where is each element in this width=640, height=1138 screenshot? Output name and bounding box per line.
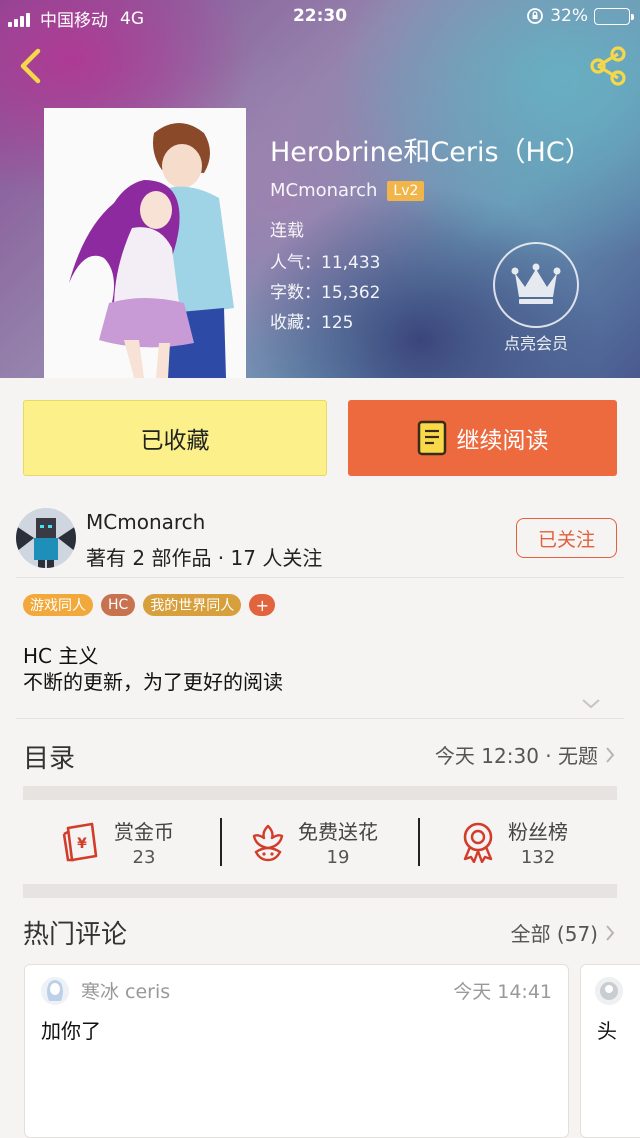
- popularity-stat: 人气：11,433: [270, 253, 381, 273]
- stat-divider: [220, 818, 222, 866]
- stat-label: 粉丝榜: [508, 820, 568, 844]
- author-name[interactable]: MCmonarch: [86, 510, 205, 534]
- avatar-image: [595, 977, 623, 1005]
- expand-description-button[interactable]: [580, 696, 602, 712]
- stat-value: 132: [520, 847, 556, 868]
- serial-status: 连载: [270, 221, 304, 241]
- tag-item[interactable]: 我的世界同人: [143, 594, 242, 616]
- crown-icon: [511, 263, 561, 304]
- follow-label: 已关注: [537, 528, 595, 551]
- medal-icon: [463, 822, 493, 863]
- stat-value: 23: [132, 847, 156, 868]
- money-envelope-icon: ¥: [62, 822, 98, 862]
- cover-illustration: [44, 108, 246, 378]
- stat-label: 赏金币: [114, 820, 174, 844]
- chevron-down-icon: [582, 699, 600, 709]
- tag-list: 游戏同人 HC 我的世界同人 +: [23, 594, 276, 616]
- level-badge: Lv2: [387, 180, 425, 201]
- vip-label: 点亮会员: [503, 334, 568, 353]
- book-author[interactable]: MCmonarch: [270, 180, 377, 201]
- orientation-lock-icon: [527, 8, 544, 24]
- author-stats: 著有 2 部作品 · 17 人关注: [86, 546, 323, 570]
- continue-reading-label: 继续阅读: [456, 428, 549, 454]
- all-comments-label: 全部 (57): [510, 922, 598, 946]
- favorites-stat: 收藏：125: [270, 313, 354, 333]
- divider: [16, 577, 624, 578]
- commenter-avatar[interactable]: [595, 977, 623, 1005]
- book-cover[interactable]: [44, 108, 246, 378]
- collected-label: 已收藏: [140, 428, 210, 454]
- fan-ranking-button[interactable]: 粉丝榜 132: [460, 812, 568, 872]
- description-line: 不断的更新，为了更好的阅读: [23, 670, 283, 694]
- chevron-right-icon: [606, 924, 615, 941]
- comment-text: 头: [597, 1019, 617, 1043]
- toc-title[interactable]: 目录: [23, 738, 75, 775]
- tag-item[interactable]: 游戏同人: [23, 594, 93, 616]
- flower-icon: [252, 824, 284, 862]
- author-avatar[interactable]: [16, 508, 76, 568]
- share-icon: [590, 46, 626, 86]
- comment-time: 今天 14:41: [453, 981, 552, 1003]
- comment-text: 加你了: [41, 1019, 101, 1043]
- vip-button[interactable]: 点亮会员: [492, 242, 580, 362]
- continue-reading-button[interactable]: 继续阅读: [348, 400, 617, 476]
- share-button[interactable]: [586, 44, 630, 88]
- latest-chapter-label: 今天 12:30 · 无题: [434, 744, 598, 768]
- collected-button[interactable]: 已收藏: [23, 400, 327, 476]
- book-icon: [417, 420, 446, 456]
- stat-label: 免费送花: [298, 820, 378, 844]
- add-tag-button[interactable]: +: [249, 594, 276, 616]
- reward-coins-button[interactable]: ¥ 赏金币 23: [62, 812, 174, 872]
- comment-card[interactable]: 寒冰 ceris 今天 14:41 加你了: [24, 964, 569, 1138]
- avatar-image: [41, 977, 69, 1005]
- follow-button[interactable]: 已关注: [516, 518, 617, 558]
- battery-percent: 32%: [550, 6, 588, 26]
- avatar-image: [16, 508, 76, 568]
- back-button[interactable]: [14, 46, 48, 86]
- stat-divider: [418, 818, 420, 866]
- svg-text:¥: ¥: [77, 836, 87, 852]
- latest-chapter-link[interactable]: 今天 12:30 · 无题: [435, 740, 616, 769]
- stat-value: 19: [326, 847, 350, 868]
- all-comments-link[interactable]: 全部 (57): [511, 918, 616, 947]
- chevron-left-icon: [20, 48, 41, 84]
- status-bar: 中国移动 4G 22:30 32%: [0, 0, 640, 34]
- tag-item[interactable]: HC: [101, 594, 136, 616]
- word-count-stat: 字数：15,362: [270, 283, 381, 303]
- section-separator: [23, 786, 617, 800]
- description-line: HC 主义: [23, 644, 99, 668]
- chevron-right-icon: [606, 746, 615, 763]
- commenter-name[interactable]: 寒冰 ceris: [81, 977, 170, 1004]
- comment-card[interactable]: 头: [580, 964, 640, 1138]
- book-title: Herobrine和Ceris（HC）: [270, 137, 592, 168]
- book-header: 中国移动 4G 22:30 32% Herobrine和Ceris（HC） MC…: [0, 0, 640, 378]
- battery-icon: [594, 7, 634, 25]
- section-separator: [23, 884, 617, 898]
- send-flowers-button[interactable]: 免费送花 19: [250, 812, 378, 872]
- divider: [16, 718, 624, 719]
- commenter-avatar[interactable]: [41, 977, 69, 1005]
- hot-comments-title: 热门评论: [23, 920, 128, 950]
